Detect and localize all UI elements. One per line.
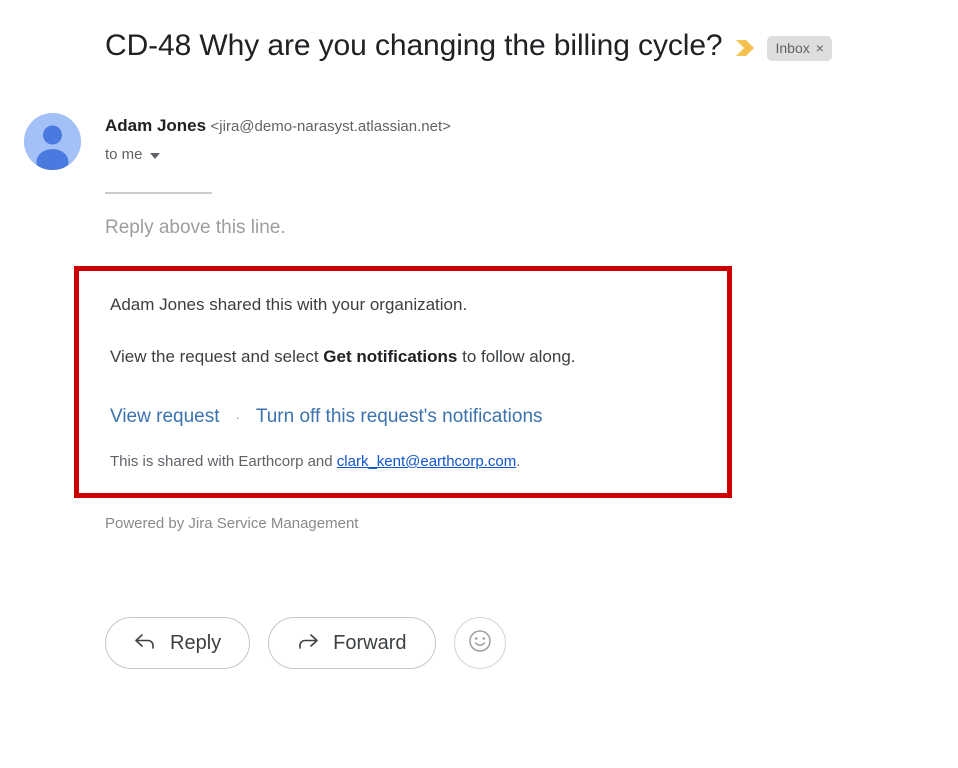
shared-sentence: Adam Jones shared this with your organiz… xyxy=(110,295,468,314)
reply-button[interactable]: Reply xyxy=(105,617,251,669)
forward-arrow-icon xyxy=(297,632,319,655)
powered-by-footer: Powered by Jira Service Management xyxy=(105,515,359,532)
view-request-sentence: View the request and select Get notifica… xyxy=(110,345,715,369)
smiley-face-icon xyxy=(467,628,493,659)
get-notifications-bold: Get notifications xyxy=(323,347,458,366)
label-chip-inbox[interactable]: Inbox × xyxy=(766,35,832,61)
turn-off-notifications-link[interactable]: Turn off this request's notifications xyxy=(256,405,543,429)
person-avatar-icon xyxy=(24,113,81,170)
shared-with-email-link[interactable]: clark_kent@earthcorp.com xyxy=(337,453,516,470)
message-actions: Reply Forward xyxy=(105,617,506,669)
sender-line: Adam Jones <jira@demo-narasyst.atlassian… xyxy=(105,115,451,138)
reply-arrow-icon xyxy=(134,632,156,655)
action-links-row: View request · Turn off this request's n… xyxy=(110,405,715,430)
shared-with-line: This is shared with Earthcorp and clark_… xyxy=(110,452,715,472)
view-request-prefix: View the request and select xyxy=(110,347,324,366)
sender-email: <jira@demo-narasyst.atlassian.net> xyxy=(210,118,451,135)
link-separator: · xyxy=(235,410,240,425)
shared-with-prefix: This is shared with Earthcorp and xyxy=(110,453,337,470)
label-chip-name: Inbox xyxy=(775,39,810,56)
close-icon[interactable]: × xyxy=(816,40,824,56)
important-marker-icon[interactable] xyxy=(735,39,755,57)
recipient-label: to me xyxy=(105,146,143,163)
reply-button-label: Reply xyxy=(170,632,222,654)
sender-name: Adam Jones xyxy=(105,116,207,135)
page-title: CD-48 Why are you changing the billing c… xyxy=(105,29,723,62)
sender-block: Adam Jones <jira@demo-narasyst.atlassian… xyxy=(105,115,451,165)
chevron-down-icon[interactable] xyxy=(149,153,160,159)
notification-content: Adam Jones shared this with your organiz… xyxy=(110,293,715,472)
recipient-row[interactable]: to me xyxy=(105,145,451,165)
email-message-view: CD-48 Why are you changing the billing c… xyxy=(0,0,958,768)
highlighted-notification-box: Adam Jones shared this with your organiz… xyxy=(74,266,732,498)
forward-button[interactable]: Forward xyxy=(268,617,436,669)
shared-with-suffix: . xyxy=(516,453,521,470)
add-reaction-button[interactable] xyxy=(453,617,506,669)
forward-button-label: Forward xyxy=(333,632,407,654)
view-request-link[interactable]: View request xyxy=(110,405,220,429)
reply-divider: —–—–—–—–— xyxy=(105,186,212,200)
subject-row: CD-48 Why are you changing the billing c… xyxy=(105,26,948,66)
avatar[interactable] xyxy=(24,113,81,170)
reply-above-notice: Reply above this line. xyxy=(105,217,286,238)
view-request-suffix: to follow along. xyxy=(457,347,576,366)
